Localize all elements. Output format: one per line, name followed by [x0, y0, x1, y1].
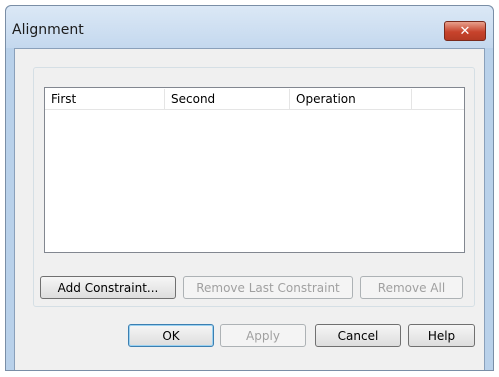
column-header-second[interactable]: Second — [165, 89, 290, 109]
alignment-dialog: Alignment ✕ First Second Operation Add C… — [5, 5, 494, 371]
close-button[interactable]: ✕ — [444, 21, 486, 41]
window-title: Alignment — [12, 22, 84, 38]
close-icon: ✕ — [459, 23, 471, 39]
column-header-operation[interactable]: Operation — [290, 89, 412, 109]
ok-button[interactable]: OK — [128, 324, 214, 347]
column-header-filler — [412, 89, 464, 109]
constraints-group: First Second Operation Add Constraint...… — [33, 67, 475, 307]
dialog-client-area: First Second Operation Add Constraint...… — [14, 48, 485, 370]
constraints-list[interactable]: First Second Operation — [44, 87, 465, 253]
list-header: First Second Operation — [45, 89, 464, 110]
title-bar[interactable]: Alignment ✕ — [6, 6, 493, 48]
remove-all-button[interactable]: Remove All — [360, 276, 463, 299]
column-header-first[interactable]: First — [45, 89, 165, 109]
remove-last-constraint-button[interactable]: Remove Last Constraint — [183, 276, 353, 299]
cancel-button[interactable]: Cancel — [315, 324, 401, 347]
help-button[interactable]: Help — [408, 324, 475, 347]
apply-button[interactable]: Apply — [220, 324, 306, 347]
add-constraint-button[interactable]: Add Constraint... — [40, 276, 176, 299]
